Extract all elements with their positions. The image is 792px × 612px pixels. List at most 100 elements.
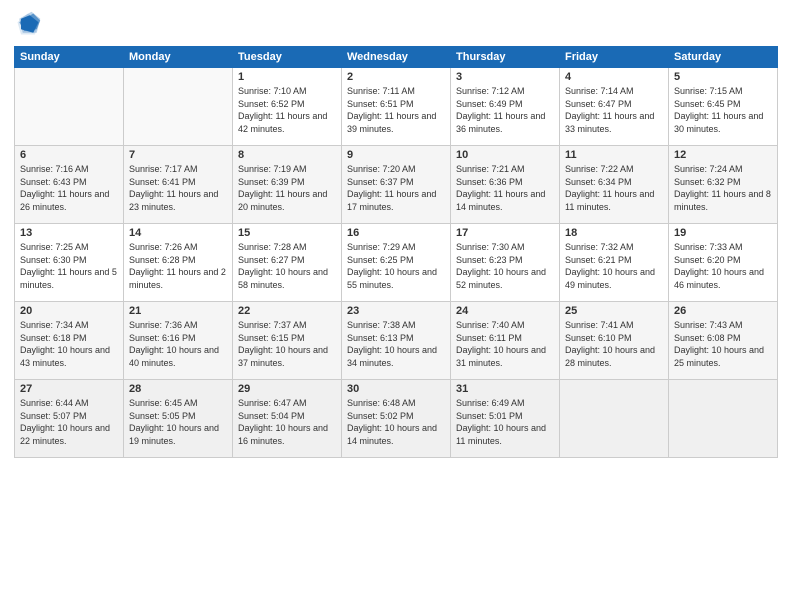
day-info: Sunrise: 7:38 AM Sunset: 6:13 PM Dayligh… <box>347 319 445 369</box>
day-cell: 3 Sunrise: 7:12 AM Sunset: 6:49 PM Daylig… <box>451 68 560 146</box>
day-number: 28 <box>129 383 227 395</box>
day-number: 22 <box>238 305 336 317</box>
day-info: Sunrise: 6:48 AM Sunset: 5:02 PM Dayligh… <box>347 397 445 447</box>
day-cell: 9 Sunrise: 7:20 AM Sunset: 6:37 PM Daylig… <box>342 146 451 224</box>
day-cell: 23Sunrise: 7:38 AM Sunset: 6:13 PM Dayli… <box>342 302 451 380</box>
day-number: 14 <box>129 227 227 239</box>
day-cell: 2 Sunrise: 7:11 AM Sunset: 6:51 PM Daylig… <box>342 68 451 146</box>
day-cell: 17 Sunrise: 7:30 AM Sunset: 6:23 PM Dayli… <box>451 224 560 302</box>
day-info: Sunrise: 7:14 AM Sunset: 6:47 PM Dayligh… <box>565 85 663 135</box>
day-number: 1 <box>238 71 336 83</box>
day-cell: 24 Sunrise: 7:40 AM Sunset: 6:11 PM Dayli… <box>451 302 560 380</box>
header <box>14 10 778 38</box>
day-number: 3 <box>456 71 554 83</box>
day-cell <box>560 380 669 458</box>
day-number: 16 <box>347 227 445 239</box>
day-number: 31 <box>456 383 554 395</box>
day-number: 4 <box>565 71 663 83</box>
day-info: Sunrise: 7:24 AM Sunset: 6:32 PM Dayligh… <box>674 163 772 213</box>
day-number: 7 <box>129 149 227 161</box>
week-row-2: 6Sunrise: 7:16 AM Sunset: 6:43 PM Daylig… <box>15 146 778 224</box>
day-number: 20 <box>20 305 118 317</box>
day-info: Sunrise: 7:30 AM Sunset: 6:23 PM Dayligh… <box>456 241 554 291</box>
day-cell: 21 Sunrise: 7:36 AM Sunset: 6:16 PM Dayli… <box>124 302 233 380</box>
day-info: Sunrise: 7:25 AM Sunset: 6:30 PM Dayligh… <box>20 241 118 291</box>
header-cell-monday: Monday <box>124 47 233 68</box>
day-info: Sunrise: 7:43 AM Sunset: 6:08 PM Dayligh… <box>674 319 772 369</box>
day-info: Sunrise: 7:21 AM Sunset: 6:36 PM Dayligh… <box>456 163 554 213</box>
day-cell: 15Sunrise: 7:28 AM Sunset: 6:27 PM Dayli… <box>233 224 342 302</box>
day-info: Sunrise: 7:16 AM Sunset: 6:43 PM Dayligh… <box>20 163 118 213</box>
day-info: Sunrise: 7:32 AM Sunset: 6:21 PM Dayligh… <box>565 241 663 291</box>
day-cell <box>124 68 233 146</box>
day-info: Sunrise: 7:17 AM Sunset: 6:41 PM Dayligh… <box>129 163 227 213</box>
day-number: 24 <box>456 305 554 317</box>
day-info: Sunrise: 7:36 AM Sunset: 6:16 PM Dayligh… <box>129 319 227 369</box>
header-cell-wednesday: Wednesday <box>342 47 451 68</box>
day-cell: 4 Sunrise: 7:14 AM Sunset: 6:47 PM Daylig… <box>560 68 669 146</box>
day-cell: 16 Sunrise: 7:29 AM Sunset: 6:25 PM Dayli… <box>342 224 451 302</box>
day-number: 5 <box>674 71 772 83</box>
day-info: Sunrise: 7:12 AM Sunset: 6:49 PM Dayligh… <box>456 85 554 135</box>
day-info: Sunrise: 7:34 AM Sunset: 6:18 PM Dayligh… <box>20 319 118 369</box>
calendar-header: SundayMondayTuesdayWednesdayThursdayFrid… <box>15 47 778 68</box>
day-number: 13 <box>20 227 118 239</box>
header-cell-tuesday: Tuesday <box>233 47 342 68</box>
day-cell: 6Sunrise: 7:16 AM Sunset: 6:43 PM Daylig… <box>15 146 124 224</box>
day-cell: 18 Sunrise: 7:32 AM Sunset: 6:21 PM Dayli… <box>560 224 669 302</box>
day-info: Sunrise: 7:40 AM Sunset: 6:11 PM Dayligh… <box>456 319 554 369</box>
week-row-1: 1 Sunrise: 7:10 AM Sunset: 6:52 PM Daylig… <box>15 68 778 146</box>
day-cell <box>669 380 778 458</box>
day-cell: 5Sunrise: 7:15 AM Sunset: 6:45 PM Daylig… <box>669 68 778 146</box>
day-info: Sunrise: 7:11 AM Sunset: 6:51 PM Dayligh… <box>347 85 445 135</box>
day-cell: 26Sunrise: 7:43 AM Sunset: 6:08 PM Dayli… <box>669 302 778 380</box>
day-info: Sunrise: 7:37 AM Sunset: 6:15 PM Dayligh… <box>238 319 336 369</box>
day-info: Sunrise: 7:22 AM Sunset: 6:34 PM Dayligh… <box>565 163 663 213</box>
day-cell: 29 Sunrise: 6:47 AM Sunset: 5:04 PM Dayli… <box>233 380 342 458</box>
week-row-4: 20 Sunrise: 7:34 AM Sunset: 6:18 PM Dayli… <box>15 302 778 380</box>
day-cell: 8Sunrise: 7:19 AM Sunset: 6:39 PM Daylig… <box>233 146 342 224</box>
day-info: Sunrise: 7:28 AM Sunset: 6:27 PM Dayligh… <box>238 241 336 291</box>
day-number: 18 <box>565 227 663 239</box>
header-row: SundayMondayTuesdayWednesdayThursdayFrid… <box>15 47 778 68</box>
week-row-3: 13 Sunrise: 7:25 AM Sunset: 6:30 PM Dayli… <box>15 224 778 302</box>
day-cell: 27Sunrise: 6:44 AM Sunset: 5:07 PM Dayli… <box>15 380 124 458</box>
day-cell: 30 Sunrise: 6:48 AM Sunset: 5:02 PM Dayli… <box>342 380 451 458</box>
page: SundayMondayTuesdayWednesdayThursdayFrid… <box>0 0 792 612</box>
logo <box>14 10 46 38</box>
logo-icon <box>14 10 42 38</box>
day-cell: 14 Sunrise: 7:26 AM Sunset: 6:28 PM Dayli… <box>124 224 233 302</box>
day-info: Sunrise: 6:45 AM Sunset: 5:05 PM Dayligh… <box>129 397 227 447</box>
day-number: 17 <box>456 227 554 239</box>
day-cell: 20 Sunrise: 7:34 AM Sunset: 6:18 PM Dayli… <box>15 302 124 380</box>
day-cell: 1 Sunrise: 7:10 AM Sunset: 6:52 PM Daylig… <box>233 68 342 146</box>
week-row-5: 27Sunrise: 6:44 AM Sunset: 5:07 PM Dayli… <box>15 380 778 458</box>
day-number: 12 <box>674 149 772 161</box>
day-info: Sunrise: 7:41 AM Sunset: 6:10 PM Dayligh… <box>565 319 663 369</box>
day-cell: 12 Sunrise: 7:24 AM Sunset: 6:32 PM Dayli… <box>669 146 778 224</box>
header-cell-friday: Friday <box>560 47 669 68</box>
day-info: Sunrise: 6:44 AM Sunset: 5:07 PM Dayligh… <box>20 397 118 447</box>
day-info: Sunrise: 6:47 AM Sunset: 5:04 PM Dayligh… <box>238 397 336 447</box>
day-number: 9 <box>347 149 445 161</box>
day-info: Sunrise: 7:20 AM Sunset: 6:37 PM Dayligh… <box>347 163 445 213</box>
day-cell: 25Sunrise: 7:41 AM Sunset: 6:10 PM Dayli… <box>560 302 669 380</box>
day-info: Sunrise: 7:10 AM Sunset: 6:52 PM Dayligh… <box>238 85 336 135</box>
day-cell: 19 Sunrise: 7:33 AM Sunset: 6:20 PM Dayli… <box>669 224 778 302</box>
calendar-table: SundayMondayTuesdayWednesdayThursdayFrid… <box>14 46 778 458</box>
day-info: Sunrise: 7:26 AM Sunset: 6:28 PM Dayligh… <box>129 241 227 291</box>
day-number: 30 <box>347 383 445 395</box>
header-cell-sunday: Sunday <box>15 47 124 68</box>
day-number: 11 <box>565 149 663 161</box>
day-number: 29 <box>238 383 336 395</box>
day-number: 2 <box>347 71 445 83</box>
day-cell: 11 Sunrise: 7:22 AM Sunset: 6:34 PM Dayli… <box>560 146 669 224</box>
day-number: 19 <box>674 227 772 239</box>
day-info: Sunrise: 7:29 AM Sunset: 6:25 PM Dayligh… <box>347 241 445 291</box>
day-number: 21 <box>129 305 227 317</box>
day-info: Sunrise: 6:49 AM Sunset: 5:01 PM Dayligh… <box>456 397 554 447</box>
day-cell: 22 Sunrise: 7:37 AM Sunset: 6:15 PM Dayli… <box>233 302 342 380</box>
day-info: Sunrise: 7:33 AM Sunset: 6:20 PM Dayligh… <box>674 241 772 291</box>
day-number: 10 <box>456 149 554 161</box>
header-cell-saturday: Saturday <box>669 47 778 68</box>
